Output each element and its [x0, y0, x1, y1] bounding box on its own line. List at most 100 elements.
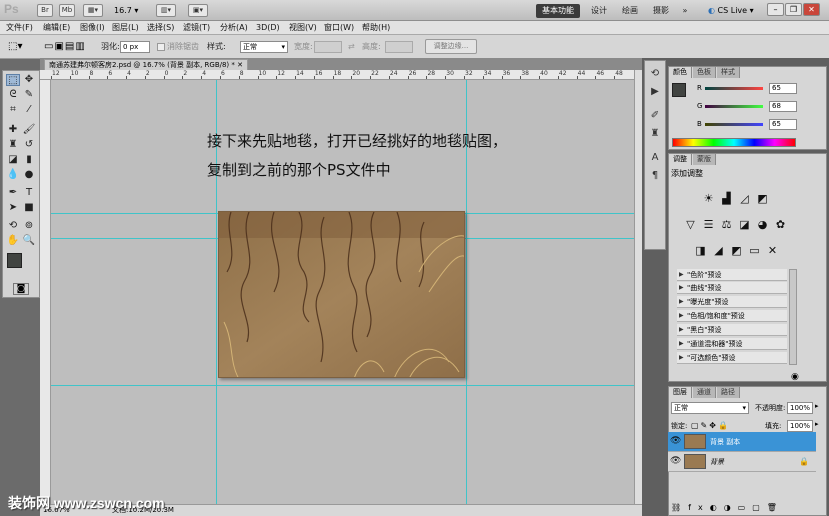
- close-tab-icon[interactable]: ✕: [237, 61, 243, 69]
- tab-masks[interactable]: 蒙版: [693, 154, 716, 165]
- clone-source-icon[interactable]: ♜: [648, 127, 662, 141]
- dodge-tool-icon[interactable]: ●: [22, 169, 36, 181]
- workspace-basic[interactable]: 基本功能: [536, 4, 580, 18]
- vertical-scrollbar[interactable]: [634, 70, 642, 504]
- history-brush-icon[interactable]: ↺: [22, 139, 36, 151]
- posterize-icon[interactable]: ◢: [711, 244, 726, 257]
- eraser-tool-icon[interactable]: ◪: [6, 154, 20, 166]
- more-workspaces-button[interactable]: »: [678, 4, 692, 18]
- brightness-icon[interactable]: ☀: [701, 192, 716, 205]
- restore-button[interactable]: ❐: [785, 3, 802, 16]
- preset-channel-mixer[interactable]: ▶ "通道混和器"预设: [677, 338, 787, 350]
- style-select[interactable]: 正常 ▾: [240, 41, 288, 53]
- layer-name[interactable]: 背景: [710, 452, 724, 472]
- workspace-design[interactable]: 设计: [588, 4, 610, 18]
- document-tab[interactable]: 南通苏建弗尔顿客房2.psd @ 16.7% (背景 副本, RGB/8) * …: [44, 59, 248, 70]
- channel-b-slider[interactable]: [705, 123, 763, 126]
- guide-icon[interactable]: ▦▾: [83, 4, 103, 17]
- menu-window[interactable]: 窗口(W): [324, 21, 354, 35]
- curves-icon[interactable]: ◿: [737, 192, 752, 205]
- black-white-icon[interactable]: ◪: [737, 218, 752, 231]
- levels-icon[interactable]: ▟: [719, 192, 734, 205]
- pen-tool-icon[interactable]: ✒: [6, 187, 20, 199]
- channel-g-input[interactable]: 68: [769, 101, 797, 112]
- brush-tool-icon[interactable]: 🖌: [22, 124, 36, 136]
- quick-select-tool-icon[interactable]: ✎: [22, 89, 36, 101]
- layer-actions-bar[interactable]: ⛓fx◐◑▭▢🗑: [671, 503, 821, 512]
- preset-exposure[interactable]: ▶ "曝光度"预设: [677, 296, 787, 308]
- menu-image[interactable]: 图像(I): [80, 21, 105, 35]
- preset-selective-color[interactable]: ▶ "可选颜色"预设: [677, 352, 787, 364]
- exposure-icon[interactable]: ◩: [755, 192, 770, 205]
- antialias-checkbox[interactable]: [157, 43, 165, 51]
- fill-input[interactable]: 100%: [787, 420, 813, 432]
- paragraph-panel-icon[interactable]: ¶: [648, 169, 662, 183]
- menu-help[interactable]: 帮助(H): [362, 21, 390, 35]
- selection-mode-icons[interactable]: ▭▣▤▥: [44, 40, 92, 54]
- blur-tool-icon[interactable]: 💧: [6, 169, 20, 181]
- menu-3d[interactable]: 3D(D): [256, 21, 280, 35]
- 3d-rotate-icon[interactable]: ⟲: [6, 220, 20, 232]
- shape-tool-icon[interactable]: ■: [22, 202, 36, 214]
- lock-icons[interactable]: ▢✎✥🔒: [691, 420, 730, 432]
- menu-filter[interactable]: 滤镜(T): [183, 21, 210, 35]
- refine-edge-button[interactable]: 调整边缘...: [425, 39, 477, 54]
- opacity-input[interactable]: 100%: [787, 402, 813, 414]
- arrange-icon[interactable]: ▥▾: [156, 4, 176, 17]
- tab-swatches[interactable]: 色板: [693, 67, 716, 78]
- preset-curves[interactable]: ▶ "曲线"预设: [677, 282, 787, 294]
- menu-file[interactable]: 文件(F): [6, 21, 33, 35]
- channel-r-slider[interactable]: [705, 87, 763, 90]
- tab-paths[interactable]: 路径: [717, 387, 740, 398]
- layer-row[interactable]: 👁 背景 副本: [668, 432, 816, 452]
- menu-edit[interactable]: 编辑(E): [43, 21, 70, 35]
- swap-icon[interactable]: ⇄: [348, 41, 355, 53]
- screen-mode-icon[interactable]: ▣▾: [188, 4, 208, 17]
- color-spectrum-bar[interactable]: [672, 138, 796, 147]
- layer-row[interactable]: 👁 背景 🔒: [668, 452, 816, 472]
- marquee-preset-icon[interactable]: ⬚▾: [8, 40, 36, 54]
- channel-r-input[interactable]: 65: [769, 83, 797, 94]
- workspace-paint[interactable]: 绘画: [619, 4, 641, 18]
- brush-panel-icon[interactable]: ✐: [648, 109, 662, 123]
- width-input[interactable]: [314, 41, 342, 53]
- vibrance-icon[interactable]: ▽: [683, 218, 698, 231]
- zoom-dropdown[interactable]: 16.7 ▾: [114, 4, 146, 17]
- eye-icon[interactable]: 👁: [670, 436, 681, 446]
- close-button[interactable]: ✕: [803, 3, 820, 16]
- quick-mask-icon[interactable]: ◙: [13, 283, 29, 295]
- preset-hue-saturation[interactable]: ▶ "色相/饱和度"预设: [677, 310, 787, 322]
- tab-adjustments[interactable]: 调整: [669, 154, 692, 165]
- lasso-tool-icon[interactable]: ᘓ: [6, 89, 20, 101]
- tab-layers[interactable]: 图层: [669, 387, 692, 398]
- 3d-orbit-icon[interactable]: ⊚: [22, 220, 36, 232]
- invert-icon[interactable]: ◨: [693, 244, 708, 257]
- carpet-texture-image[interactable]: [218, 211, 465, 378]
- menu-layer[interactable]: 图层(L): [112, 21, 139, 35]
- workspace-photo[interactable]: 摄影: [650, 4, 672, 18]
- eyedropper-tool-icon[interactable]: ⁄: [22, 104, 36, 116]
- hue-saturation-icon[interactable]: ☰: [701, 218, 716, 231]
- marquee-tool-icon[interactable]: ⬚: [6, 74, 20, 86]
- menu-view[interactable]: 视图(V): [289, 21, 317, 35]
- hand-tool-icon[interactable]: ✋: [6, 235, 20, 247]
- gradient-tool-icon[interactable]: ▮: [22, 154, 36, 166]
- tab-styles[interactable]: 样式: [717, 67, 740, 78]
- character-panel-icon[interactable]: A: [648, 151, 662, 165]
- mb-icon[interactable]: Mb: [59, 4, 75, 17]
- presets-scrollbar[interactable]: [789, 269, 797, 365]
- opacity-dropdown-icon[interactable]: ▸: [815, 402, 819, 410]
- history-panel-icon[interactable]: ⟲: [648, 67, 662, 81]
- cs-live-button[interactable]: ◐ CS Live ▾: [708, 4, 754, 18]
- menu-select[interactable]: 选择(S): [147, 21, 174, 35]
- color-balance-icon[interactable]: ⚖: [719, 218, 734, 231]
- tab-color[interactable]: 颜色: [669, 67, 692, 78]
- actions-panel-icon[interactable]: ▶: [648, 85, 662, 99]
- channel-g-slider[interactable]: [705, 105, 763, 108]
- threshold-icon[interactable]: ◩: [729, 244, 744, 257]
- tab-channels[interactable]: 通道: [693, 387, 716, 398]
- photo-filter-icon[interactable]: ◕: [755, 218, 770, 231]
- selective-color-icon[interactable]: ✕: [765, 244, 780, 257]
- healing-brush-icon[interactable]: ✚: [6, 124, 20, 136]
- panel-options-icon[interactable]: ◉: [791, 372, 799, 382]
